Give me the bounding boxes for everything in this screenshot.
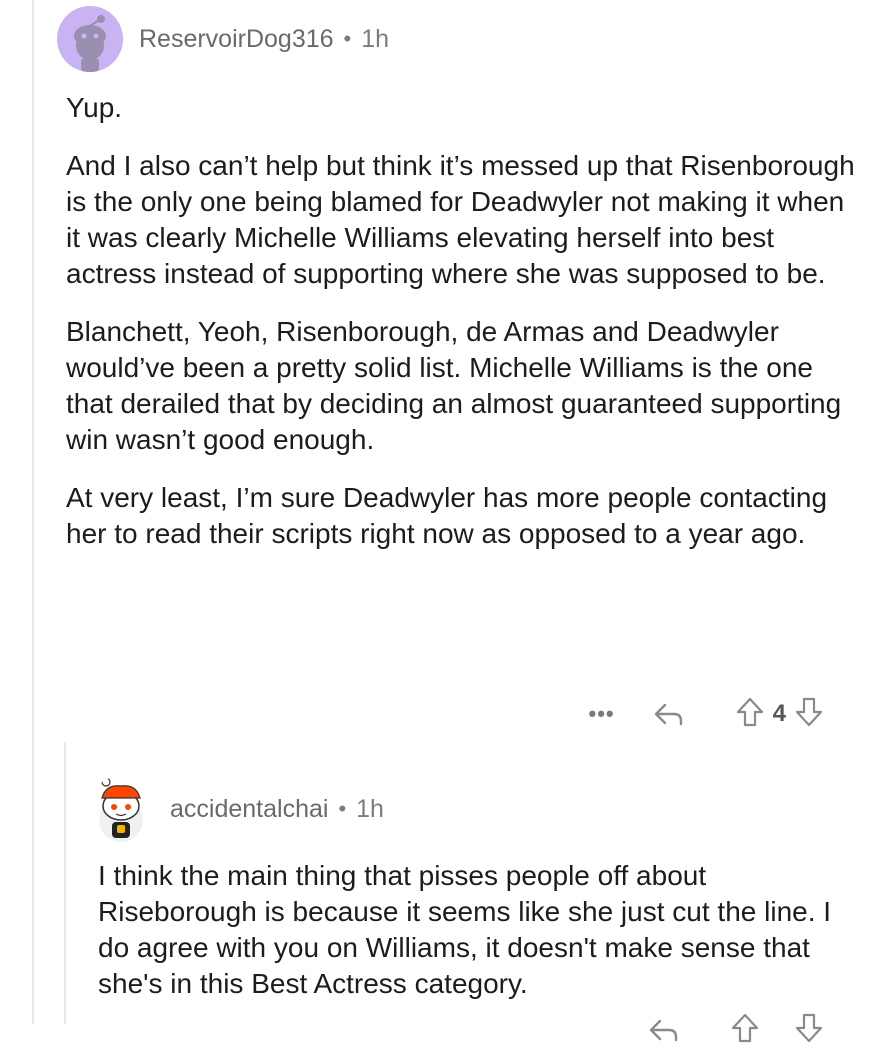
snoo-avatar-icon [74, 15, 106, 72]
thread-line[interactable] [32, 0, 34, 1024]
timestamp: 1h [356, 794, 384, 823]
downvote-icon[interactable] [794, 1012, 824, 1049]
comment-paragraph: Blanchett, Yeoh, Risenborough, de Armas … [66, 316, 842, 455]
reply-icon[interactable] [651, 699, 685, 729]
comment-paragraph: I think the main thing that pisses peopl… [98, 860, 832, 999]
comment-header: ReservoirDog316 • 1h [57, 6, 389, 72]
comment-actions [646, 1010, 824, 1050]
comment-meta: accidentalchai • 1h [170, 795, 384, 824]
vote-group [730, 1012, 824, 1049]
thread-line-nested[interactable] [64, 742, 66, 1024]
comment-paragraph: Yup. [66, 92, 123, 123]
vote-score: 4 [772, 700, 786, 727]
upvote-icon[interactable] [735, 696, 765, 733]
comment-paragraph: And I also can’t help but think it’s mes… [66, 150, 855, 289]
downvote-icon[interactable] [794, 696, 824, 733]
comment-paragraph: At very least, I’m sure Deadwyler has mo… [66, 482, 828, 549]
more-options-icon[interactable]: ••• [589, 701, 615, 727]
avatar[interactable] [57, 6, 123, 72]
username[interactable]: accidentalchai [170, 795, 328, 824]
meta-separator: • [338, 796, 347, 821]
timestamp: 1h [361, 24, 390, 53]
comment-header: accidentalchai • 1h [88, 776, 384, 842]
reply-icon[interactable] [646, 1015, 680, 1045]
meta-separator: • [343, 26, 352, 51]
avatar[interactable] [88, 776, 154, 842]
upvote-icon[interactable] [730, 1012, 760, 1049]
comment-meta: ReservoirDog316 • 1h [139, 25, 389, 54]
comment-actions: ••• 4 [589, 694, 824, 734]
vote-group: 4 [735, 696, 824, 733]
comment-body: I think the main thing that pisses peopl… [98, 858, 858, 1002]
username[interactable]: ReservoirDog316 [139, 25, 334, 54]
snoo-chef-avatar-icon [99, 777, 143, 842]
comment-body: Yup. And I also can’t help but think it’… [66, 90, 856, 574]
